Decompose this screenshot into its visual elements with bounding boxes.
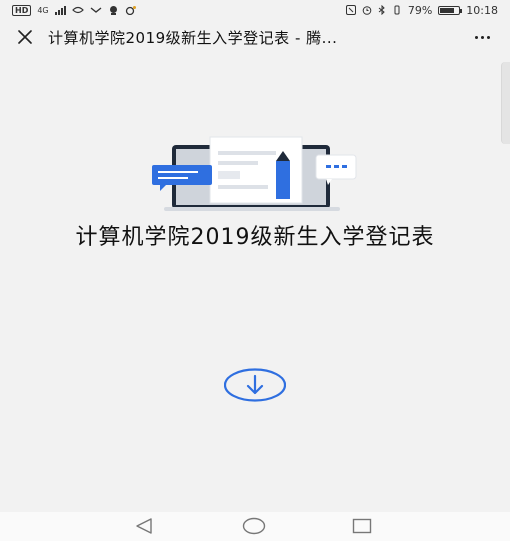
messaging-icon [90,7,102,13]
home-icon [242,517,266,535]
download-button[interactable] [224,368,286,402]
alarm-icon [362,6,372,15]
page-title: 计算机学院2019级新生入学登记表 - 腾... [48,28,338,47]
download-icon [224,368,286,402]
more-button[interactable] [468,26,496,48]
close-button[interactable] [14,26,36,48]
back-button[interactable] [134,518,154,534]
battery-fill [440,7,455,13]
battery-icon [438,5,463,15]
vibrate-icon [394,5,400,15]
signal-type-label: 4G [37,5,49,15]
recents-button[interactable] [352,518,372,534]
clock: 10:18 [466,3,498,17]
bluetooth-icon [378,5,385,15]
status-left: HD 4G [12,4,137,16]
battery-percent: 79% [407,3,433,17]
weibo-icon [125,6,136,15]
recents-icon [352,518,372,534]
navigation-bar [0,512,510,541]
signal-icon [54,5,66,15]
title-bar: 计算机学院2019级新生入学登记表 - 腾... [0,20,510,54]
scroll-handle[interactable] [501,62,510,144]
document-title: 计算机学院2019级新生入学登记表 [75,225,435,250]
close-icon [18,30,32,44]
network-type-label: HD [12,4,32,16]
status-bar: HD 4G 79% 10:18 [0,0,510,20]
document-illustration [152,136,357,211]
app-notification-icon [109,6,117,15]
nfc-icon [345,5,356,15]
more-icon [474,35,478,39]
notification-icon [71,6,84,14]
status-right: 79% 10:18 [345,3,498,17]
home-button[interactable] [242,517,266,535]
back-icon [136,518,152,534]
